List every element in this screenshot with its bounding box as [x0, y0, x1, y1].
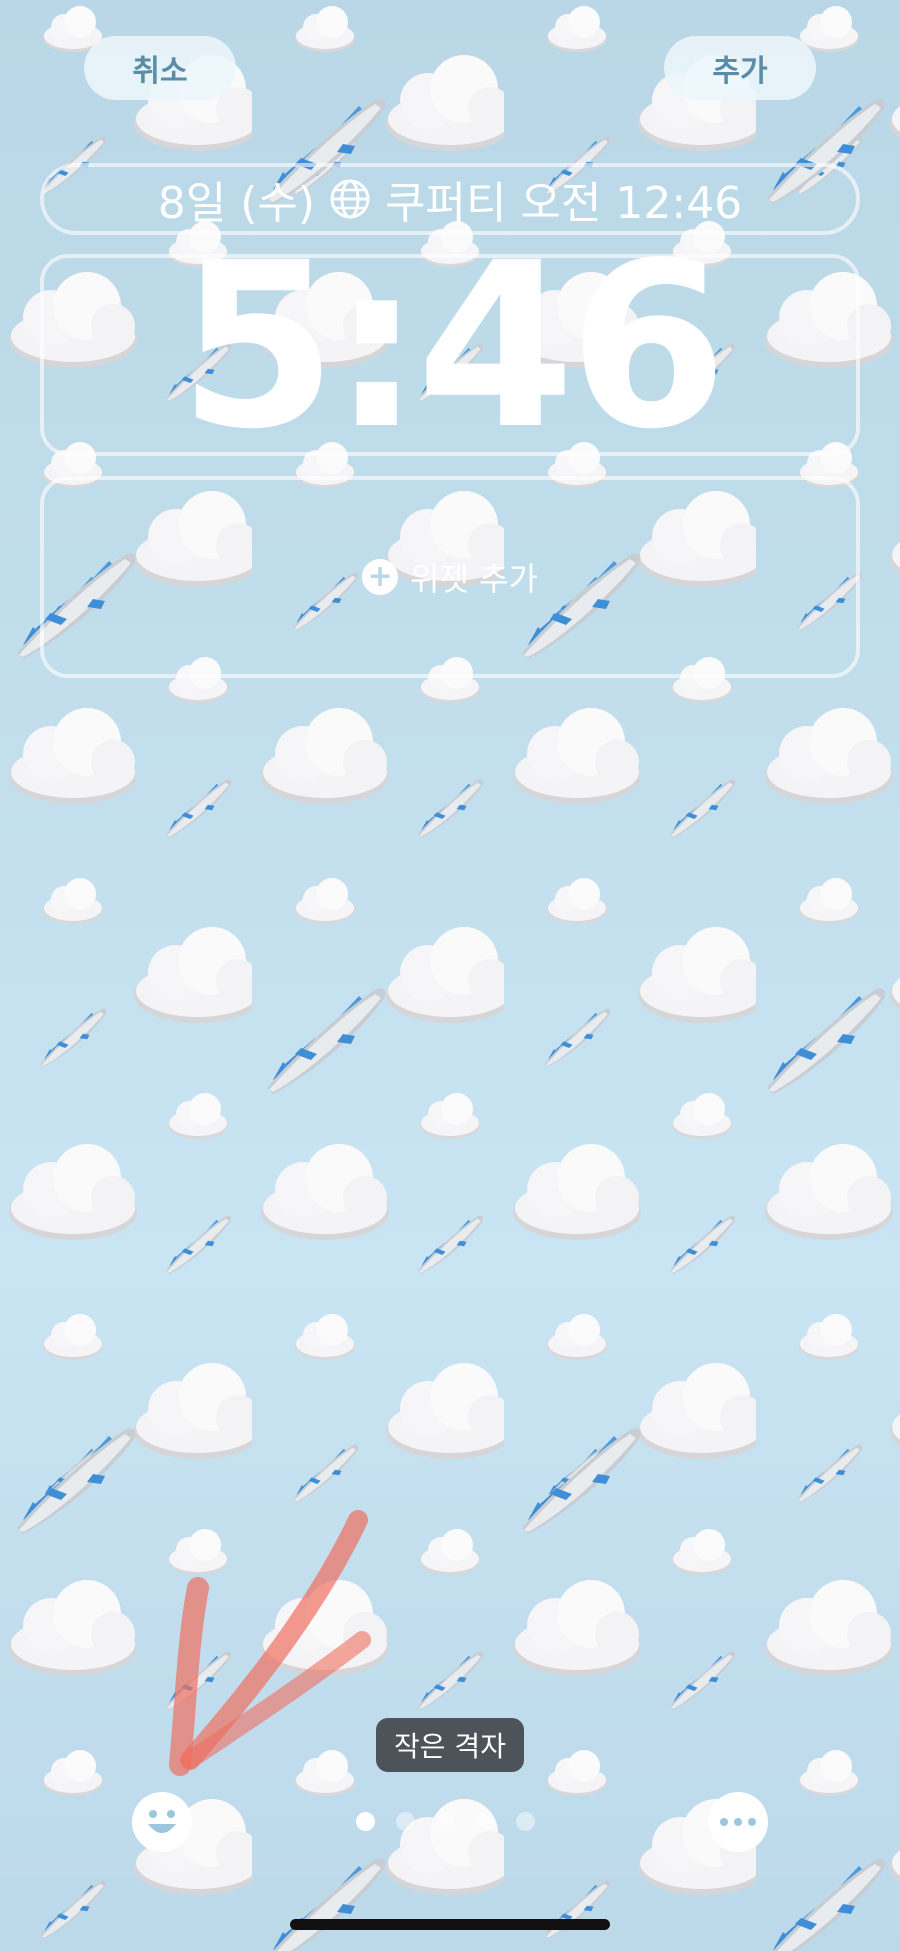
page-dot[interactable]: [396, 1812, 415, 1831]
page-dot[interactable]: [436, 1812, 455, 1831]
page-dot[interactable]: [356, 1812, 375, 1831]
page-dot[interactable]: [516, 1812, 535, 1831]
more-options-button[interactable]: [708, 1792, 768, 1852]
home-indicator[interactable]: [290, 1919, 610, 1930]
emoji-picker-button[interactable]: [132, 1792, 192, 1852]
page-dot[interactable]: [476, 1812, 495, 1831]
cancel-button[interactable]: 취소: [84, 36, 236, 100]
add-button[interactable]: 추가: [664, 36, 816, 100]
lock-screen-time: 5:46: [178, 213, 727, 479]
add-widget-button[interactable]: + 위젯 추가: [0, 476, 900, 678]
add-widget-label: 위젯 추가: [410, 560, 538, 598]
style-name-badge: 작은 격자: [376, 1718, 524, 1772]
smiley-icon: [148, 1810, 176, 1833]
ellipsis-icon: [720, 1818, 728, 1826]
page-indicator[interactable]: [356, 1812, 535, 1832]
plus-circle-icon: +: [362, 559, 399, 595]
